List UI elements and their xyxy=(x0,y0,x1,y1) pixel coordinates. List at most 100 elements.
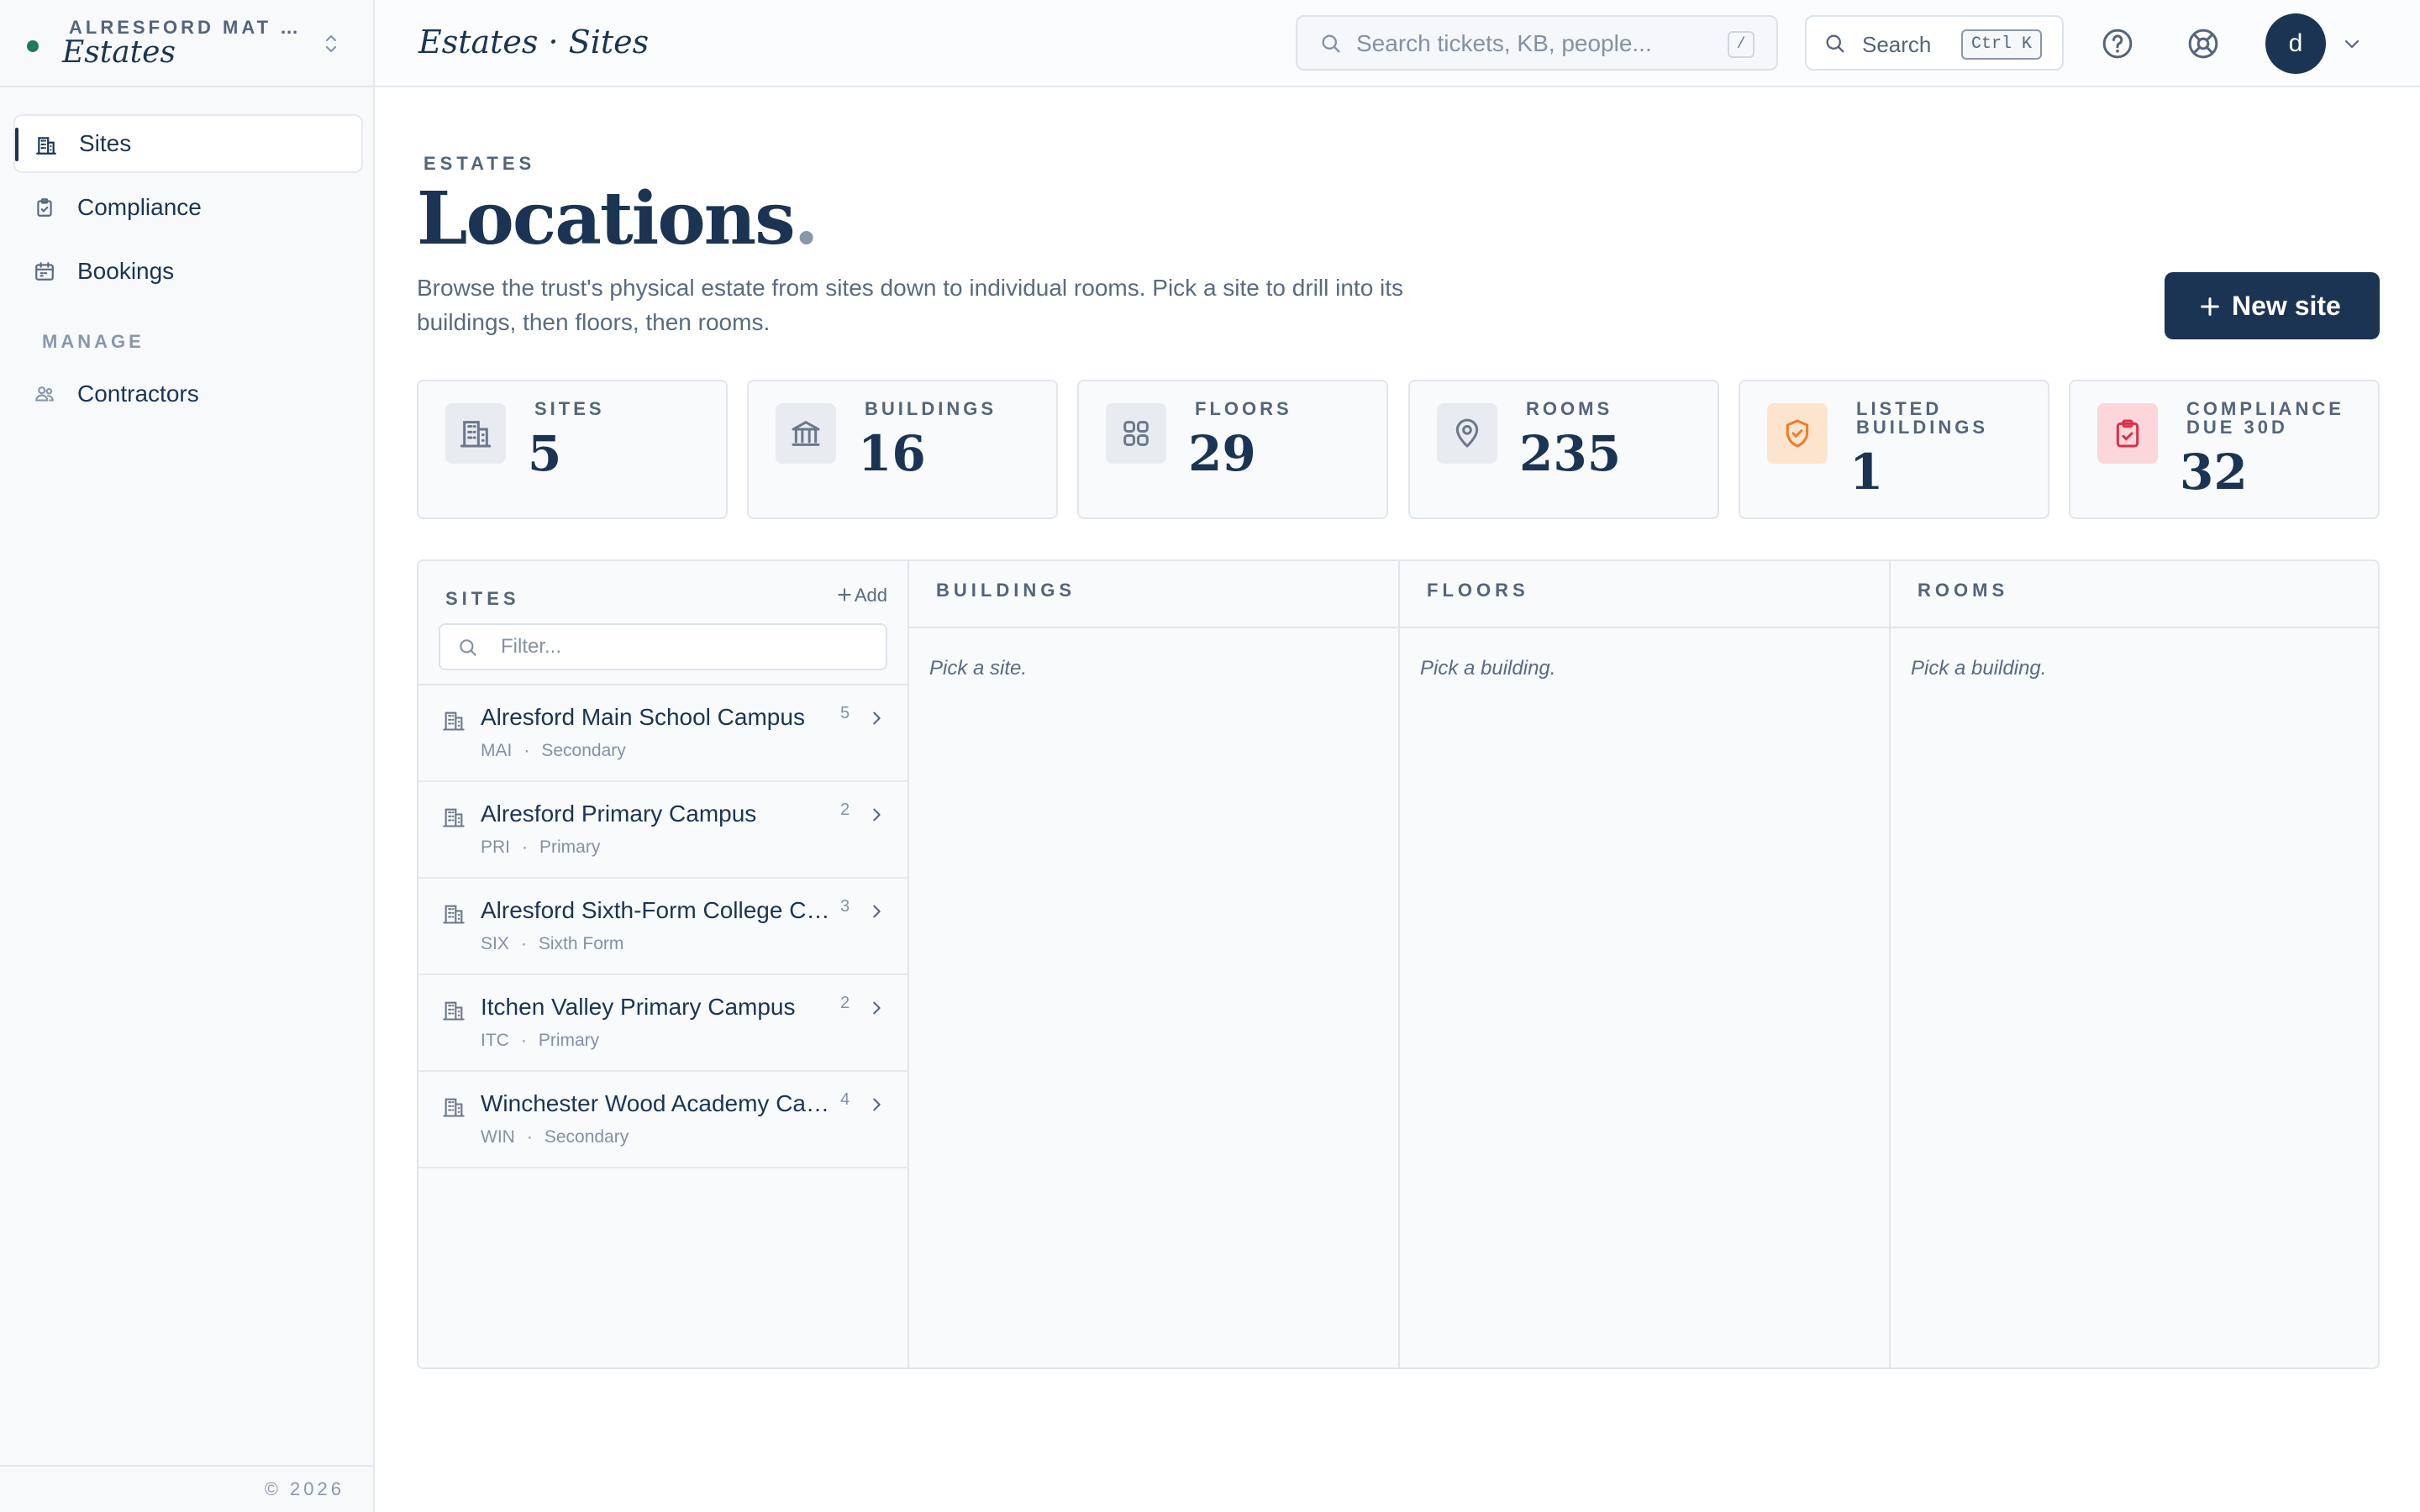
site-row[interactable]: Alresford Main School Campus MAI · Seconda… xyxy=(418,685,909,782)
workspace-switcher[interactable]: ALRESFORD MAT … Estates xyxy=(0,0,373,87)
help-icon[interactable] xyxy=(2101,27,2134,65)
page-title: Locations. xyxy=(417,176,819,261)
nav-section-manage: MANAGE xyxy=(42,331,145,352)
building-count: 2 xyxy=(840,801,850,819)
sites-column: SITES Add Filter... Alresford Main Schoo… xyxy=(418,561,909,1368)
building-icon xyxy=(442,709,466,737)
chevron-down-icon[interactable] xyxy=(2341,34,2363,58)
building-count: 3 xyxy=(840,897,850,916)
chevron-right-icon xyxy=(867,707,886,733)
site-row[interactable]: Winchester Wood Academy Campus WIN · Secon… xyxy=(418,1072,909,1168)
site-phase: Sixth Form xyxy=(538,934,624,953)
add-site-button[interactable]: Add xyxy=(836,585,887,608)
building-icon xyxy=(35,134,57,162)
site-filter-input[interactable]: Filter... xyxy=(439,623,887,670)
sidebar-nav: Sites Compliance Bookings xyxy=(13,114,363,306)
site-phase: Primary xyxy=(538,1031,600,1050)
empty-state: Pick a building. xyxy=(1420,657,1556,680)
site-meta: ITC · Primary xyxy=(481,1031,599,1051)
stat-label: LISTED BUILDINGS xyxy=(1856,398,1988,438)
command-search-label: Search xyxy=(1862,32,1932,57)
building-count: 5 xyxy=(840,704,850,722)
site-row[interactable]: Itchen Valley Primary Campus ITC · Primary… xyxy=(418,975,909,1072)
page-title-text: Locations xyxy=(417,176,796,261)
command-shortcut: Ctrl K xyxy=(1960,29,2042,60)
site-meta: WIN · Secondary xyxy=(481,1127,629,1147)
sidebar-item-label: Compliance xyxy=(77,194,202,220)
grid-icon xyxy=(1119,417,1153,454)
chevron-right-icon xyxy=(867,997,886,1023)
site-code: WIN xyxy=(481,1127,515,1147)
building-count: 4 xyxy=(840,1090,850,1109)
stat-label: ROOMS xyxy=(1526,398,1613,419)
stat-card-buildings: BUILDINGS 16 xyxy=(747,380,1058,519)
landmark-icon xyxy=(789,417,823,454)
page-title-dot: . xyxy=(793,176,819,261)
column-title: BUILDINGS xyxy=(936,580,1076,601)
buildings-column-header: BUILDINGS xyxy=(909,561,1398,628)
building-icon xyxy=(442,1095,466,1123)
building-icon xyxy=(442,902,466,930)
stat-card-sites: SITES 5 xyxy=(417,380,728,519)
stat-badge xyxy=(776,403,836,464)
sidebar-item-sites[interactable]: Sites xyxy=(13,114,363,173)
search-placeholder: Search tickets, KB, people... xyxy=(1356,30,1652,56)
separator: · xyxy=(526,1127,533,1147)
shield-check-icon xyxy=(1781,417,1814,454)
stats-row: SITES 5 BUILDINGS 16 FLOORS 29 ROOMS 235… xyxy=(417,380,2380,519)
chevron-updown-icon[interactable] xyxy=(323,32,339,60)
add-site-label: Add xyxy=(854,585,887,606)
separator: · xyxy=(523,741,530,760)
site-row[interactable]: Alresford Primary Campus PRI · Primary 2 xyxy=(418,782,909,879)
separator: · xyxy=(520,1031,527,1050)
site-meta: SIX · Sixth Form xyxy=(481,934,623,954)
stat-value: 29 xyxy=(1188,425,1256,482)
site-phase: Secondary xyxy=(541,741,626,760)
site-code: SIX xyxy=(481,934,509,953)
stat-label: FLOORS xyxy=(1195,398,1292,419)
sidebar-item-label: Bookings xyxy=(77,258,175,284)
separator: · xyxy=(520,934,527,953)
people-icon xyxy=(34,383,55,411)
search-shortcut: / xyxy=(1728,31,1754,58)
site-code: PRI xyxy=(481,837,511,857)
sidebar-item-contractors[interactable]: Contractors xyxy=(13,365,363,423)
chevron-right-icon xyxy=(867,804,886,830)
site-meta: MAI · Secondary xyxy=(481,741,626,761)
new-site-button[interactable]: New site xyxy=(2165,272,2380,339)
command-search-button[interactable]: Search Ctrl K xyxy=(1805,15,2064,71)
status-dot xyxy=(27,40,39,52)
globe-icon[interactable] xyxy=(2186,27,2220,65)
sites-column-title: SITES xyxy=(445,588,520,609)
site-code: MAI xyxy=(481,741,513,760)
topbar: Estates · Sites Search tickets, KB, peop… xyxy=(375,0,2420,87)
stat-badge xyxy=(1106,403,1166,464)
stat-value: 32 xyxy=(2180,444,2248,501)
building-icon xyxy=(459,417,492,454)
site-name: Alresford Sixth-Form College Campus xyxy=(481,897,834,923)
building-count: 2 xyxy=(840,994,850,1012)
stat-label: BUILDINGS xyxy=(865,398,997,419)
global-search-input[interactable]: Search tickets, KB, people... / xyxy=(1296,15,1778,71)
stat-card-rooms: ROOMS 235 xyxy=(1408,380,1719,519)
stat-value: 16 xyxy=(858,425,926,482)
stat-value: 5 xyxy=(528,425,562,482)
floors-column: FLOORS Pick a building. xyxy=(1400,561,1891,1368)
stat-value: 1 xyxy=(1849,444,1884,501)
floors-column-header: FLOORS xyxy=(1400,561,1889,628)
empty-state: Pick a site. xyxy=(929,657,1028,680)
stat-label: SITES xyxy=(534,398,605,419)
column-title: FLOORS xyxy=(1427,580,1529,601)
site-row[interactable]: Alresford Sixth-Form College Campus SIX ·… xyxy=(418,879,909,975)
location-drilldown: SITES Add Filter... Alresford Main Schoo… xyxy=(417,559,2380,1369)
rooms-column-header: ROOMS xyxy=(1891,561,2378,628)
sidebar-item-label: Contractors xyxy=(77,381,199,407)
avatar[interactable]: d xyxy=(2265,13,2326,74)
sidebar-item-compliance[interactable]: Compliance xyxy=(13,178,363,237)
search-icon xyxy=(457,637,479,663)
site-phase: Primary xyxy=(539,837,601,857)
sidebar-footer: © 2026 xyxy=(0,1465,373,1512)
sidebar-item-bookings[interactable]: Bookings xyxy=(13,242,363,301)
filter-placeholder: Filter... xyxy=(501,635,562,658)
breadcrumb: Estates · Sites xyxy=(418,24,650,60)
